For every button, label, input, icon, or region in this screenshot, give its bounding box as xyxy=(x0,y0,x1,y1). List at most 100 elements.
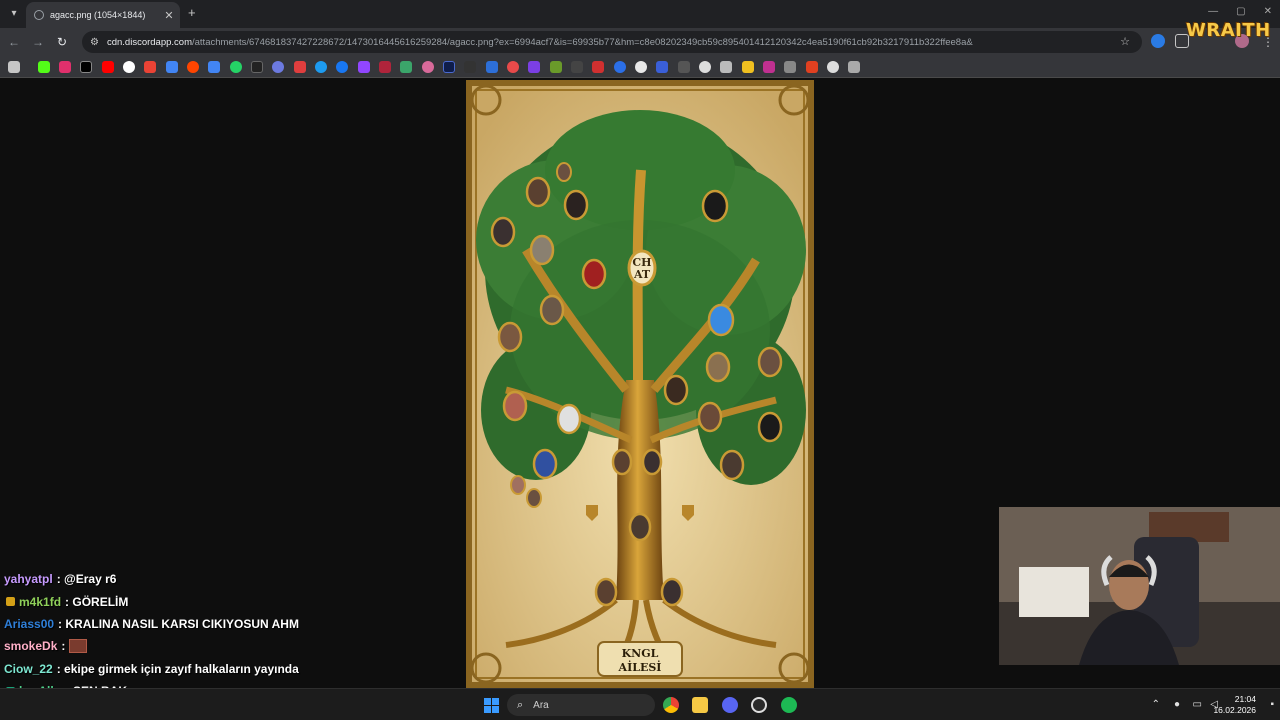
discord-icon[interactable] xyxy=(722,697,738,713)
tiktok-icon[interactable] xyxy=(251,61,263,73)
bookmark-icon[interactable] xyxy=(315,61,327,73)
close-tab-icon[interactable]: ✕ xyxy=(162,9,176,22)
extension-icon[interactable] xyxy=(1151,34,1165,48)
bookmark-icon[interactable] xyxy=(592,61,604,73)
portrait xyxy=(556,403,582,435)
chrome-icon[interactable] xyxy=(663,697,679,713)
instagram-icon[interactable] xyxy=(59,61,71,73)
bookmark-icon[interactable] xyxy=(656,61,668,73)
whatsapp-icon[interactable] xyxy=(230,61,242,73)
kick-icon[interactable] xyxy=(38,61,50,73)
gmail-icon[interactable] xyxy=(144,61,156,73)
facebook-icon[interactable] xyxy=(336,61,348,73)
new-tab-button[interactable]: + xyxy=(188,5,196,20)
chat-text: : KRALINA NASIL KARSI CIKIYOSUN AHM xyxy=(58,616,299,631)
clock-time: 21:04 xyxy=(1234,694,1256,704)
portrait xyxy=(719,449,745,481)
minimize-icon[interactable]: — xyxy=(1208,6,1218,17)
bookmark-icon[interactable] xyxy=(507,61,519,73)
bookmark-icon[interactable] xyxy=(720,61,732,73)
bookmark-icon[interactable] xyxy=(400,61,412,73)
bookmark-icon[interactable] xyxy=(784,61,796,73)
x-icon[interactable] xyxy=(80,61,92,73)
twitch-icon[interactable] xyxy=(358,61,370,73)
spotify-icon[interactable] xyxy=(781,697,797,713)
bookmark-icon[interactable] xyxy=(571,61,583,73)
bookmark-icon[interactable] xyxy=(699,61,711,73)
bookmark-icon[interactable] xyxy=(763,61,775,73)
chat-username[interactable]: Ciow_22 xyxy=(4,662,53,676)
chat-text: : @Eray r6 xyxy=(56,572,117,587)
chat-text: : xyxy=(61,639,66,654)
bookmark-icon[interactable] xyxy=(422,61,434,73)
portrait xyxy=(705,351,731,383)
bookmark-icon[interactable] xyxy=(464,61,476,73)
browser-tab[interactable]: agacc.png (1054×1844) ✕ xyxy=(26,2,180,28)
start-button[interactable] xyxy=(484,698,499,713)
reload-icon[interactable]: ↻ xyxy=(54,34,70,50)
bookmark-icon[interactable] xyxy=(827,61,839,73)
portrait xyxy=(701,189,729,223)
bookmark-icon[interactable] xyxy=(806,61,818,73)
tab-search-icon[interactable]: ▾ xyxy=(6,5,22,21)
portrait xyxy=(757,411,783,443)
bookmark-icon[interactable] xyxy=(272,61,284,73)
steam-icon[interactable] xyxy=(751,697,767,713)
bookmark-icon[interactable] xyxy=(848,61,860,73)
window-controls: — ▢ ✕ xyxy=(1208,6,1272,17)
portrait xyxy=(539,294,565,326)
bookmark-icon[interactable] xyxy=(294,61,306,73)
portrait xyxy=(628,512,652,542)
translate-icon[interactable] xyxy=(208,61,220,73)
apps-grid-icon[interactable] xyxy=(8,61,20,73)
google-icon[interactable] xyxy=(123,61,135,73)
system-clock[interactable]: 21:04 16.02.2026 xyxy=(1213,694,1256,716)
screen: { "browser": { "tab_title": "agacc.png (… xyxy=(0,0,1280,720)
portrait xyxy=(594,577,618,607)
bookmark-icon[interactable] xyxy=(635,61,647,73)
chat-username[interactable]: Ariass00 xyxy=(4,617,54,631)
portrait xyxy=(563,189,589,221)
chat-username[interactable]: yahyatpl xyxy=(4,572,53,586)
chat-text: : ekipe girmek için zayıf halkaların yay… xyxy=(56,661,299,676)
chat-username[interactable]: smokeDk xyxy=(4,639,57,653)
portrait xyxy=(529,234,555,266)
bookmark-icon[interactable] xyxy=(678,61,690,73)
family-tree-image: CH AT KNGL AİLESİ xyxy=(466,80,814,688)
bookmark-icon[interactable] xyxy=(486,61,498,73)
bookmark-icon[interactable] xyxy=(550,61,562,73)
site-info-icon[interactable]: ⚙ xyxy=(90,37,99,48)
back-icon[interactable]: ← xyxy=(6,34,22,50)
portrait xyxy=(581,258,607,290)
bookmark-icon[interactable] xyxy=(379,61,391,73)
file-explorer-icon[interactable] xyxy=(692,697,708,713)
close-window-icon[interactable]: ✕ xyxy=(1264,6,1272,17)
forward-icon[interactable]: → xyxy=(30,34,46,50)
search-icon: ⌕ xyxy=(517,698,524,711)
chat-label-line2: AT xyxy=(633,268,651,281)
bookmark-icon[interactable] xyxy=(614,61,626,73)
notification-icon[interactable]: ▪ xyxy=(1270,699,1274,710)
portrait xyxy=(502,390,528,422)
family-banner-line2: AİLESİ xyxy=(618,660,662,674)
bookmark-icon[interactable] xyxy=(528,61,540,73)
address-bar[interactable]: ⚙ cdn.discordapp.com /attachments/674681… xyxy=(82,31,1142,53)
microphone-icon[interactable]: ● xyxy=(1174,699,1180,710)
taskbar-search[interactable]: ⌕ Ara xyxy=(507,694,655,716)
portrait xyxy=(697,401,723,433)
chevron-up-icon[interactable]: ⌃ xyxy=(1152,699,1160,710)
bookmark-star-icon[interactable]: ☆ xyxy=(1120,35,1130,48)
bookmark-icon[interactable] xyxy=(443,61,455,73)
youtube-icon[interactable] xyxy=(102,61,114,73)
chat-text: : GÖRELİM xyxy=(65,594,129,609)
bookmark-icon[interactable] xyxy=(742,61,754,73)
chat-username[interactable]: m4k1fd xyxy=(19,595,61,609)
bookmark-icon[interactable] xyxy=(166,61,178,73)
reddit-icon[interactable] xyxy=(187,61,199,73)
network-icon[interactable]: ▭ xyxy=(1193,699,1202,710)
maximize-icon[interactable]: ▢ xyxy=(1236,6,1245,17)
portrait xyxy=(660,577,684,607)
portrait xyxy=(707,303,735,337)
chat-message: m4k1fd : GÖRELİM xyxy=(4,590,304,612)
portrait xyxy=(532,448,558,480)
